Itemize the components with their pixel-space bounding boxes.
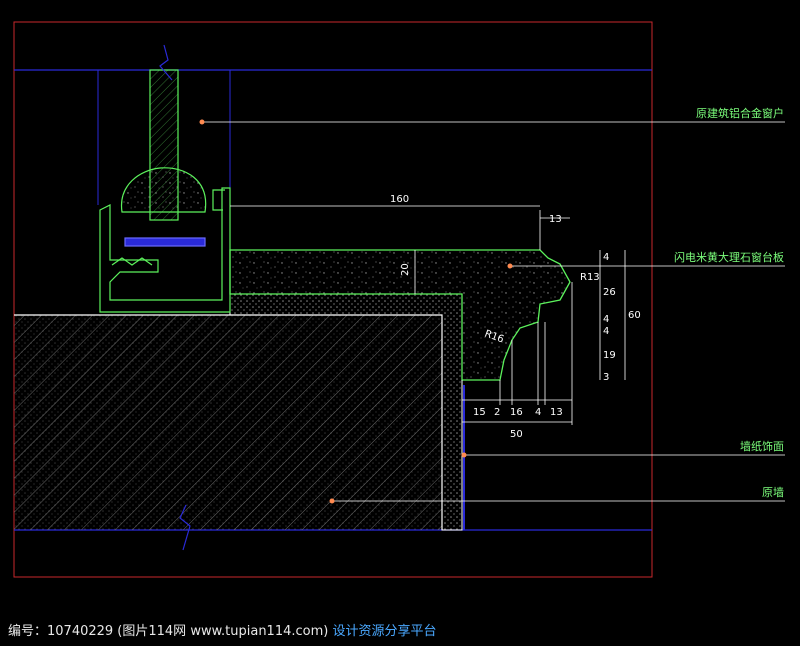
dim-4c: 4 — [535, 407, 541, 418]
dim-3: 3 — [603, 372, 609, 383]
dim-4-top: 4 — [603, 252, 609, 263]
dim-4b: 4 — [603, 326, 609, 337]
label-window: 原建筑铝合金窗户 — [696, 106, 784, 120]
label-wallpaper: 墙纸饰面 — [740, 439, 784, 453]
material-labels: 原建筑铝合金窗户 闪电米黄大理石窗台板 墙纸饰面 原墙 — [674, 106, 784, 499]
dim-13-bot: 13 — [550, 407, 563, 418]
dim-16: 16 — [510, 407, 523, 418]
dim-20: 20 — [400, 263, 411, 276]
watermark-id-text: 编号：10740229 (图片114网 www.tupian114.com) — [8, 624, 329, 639]
label-wall: 原墙 — [762, 485, 784, 499]
dim-26: 26 — [603, 287, 616, 298]
glazing-bead — [120, 167, 207, 213]
dim-2: 2 — [494, 407, 500, 418]
watermark-caption: 编号：10740229 (图片114网 www.tupian114.com) 设… — [8, 622, 437, 642]
dim-160: 160 — [390, 194, 409, 205]
dim-r13: R13 — [580, 272, 600, 283]
dim-15: 15 — [473, 407, 486, 418]
label-sill: 闪电米黄大理石窗台板 — [674, 250, 784, 264]
dim-60: 60 — [628, 310, 641, 321]
watermark-tagline: 设计资源分享平台 — [332, 624, 437, 639]
dim-50: 50 — [510, 429, 523, 440]
cad-section-drawing: 160 13 20 R13 R16 4 26 4 4 19 3 60 15 2 … — [13, 21, 785, 578]
aluminium-window — [99, 44, 231, 313]
dim-19: 19 — [603, 350, 616, 361]
frame-inner — [212, 189, 225, 211]
setting-block — [124, 237, 206, 247]
dim-13-top: 13 — [549, 214, 562, 225]
original-wall — [14, 314, 443, 551]
dim-4a: 4 — [603, 314, 609, 325]
